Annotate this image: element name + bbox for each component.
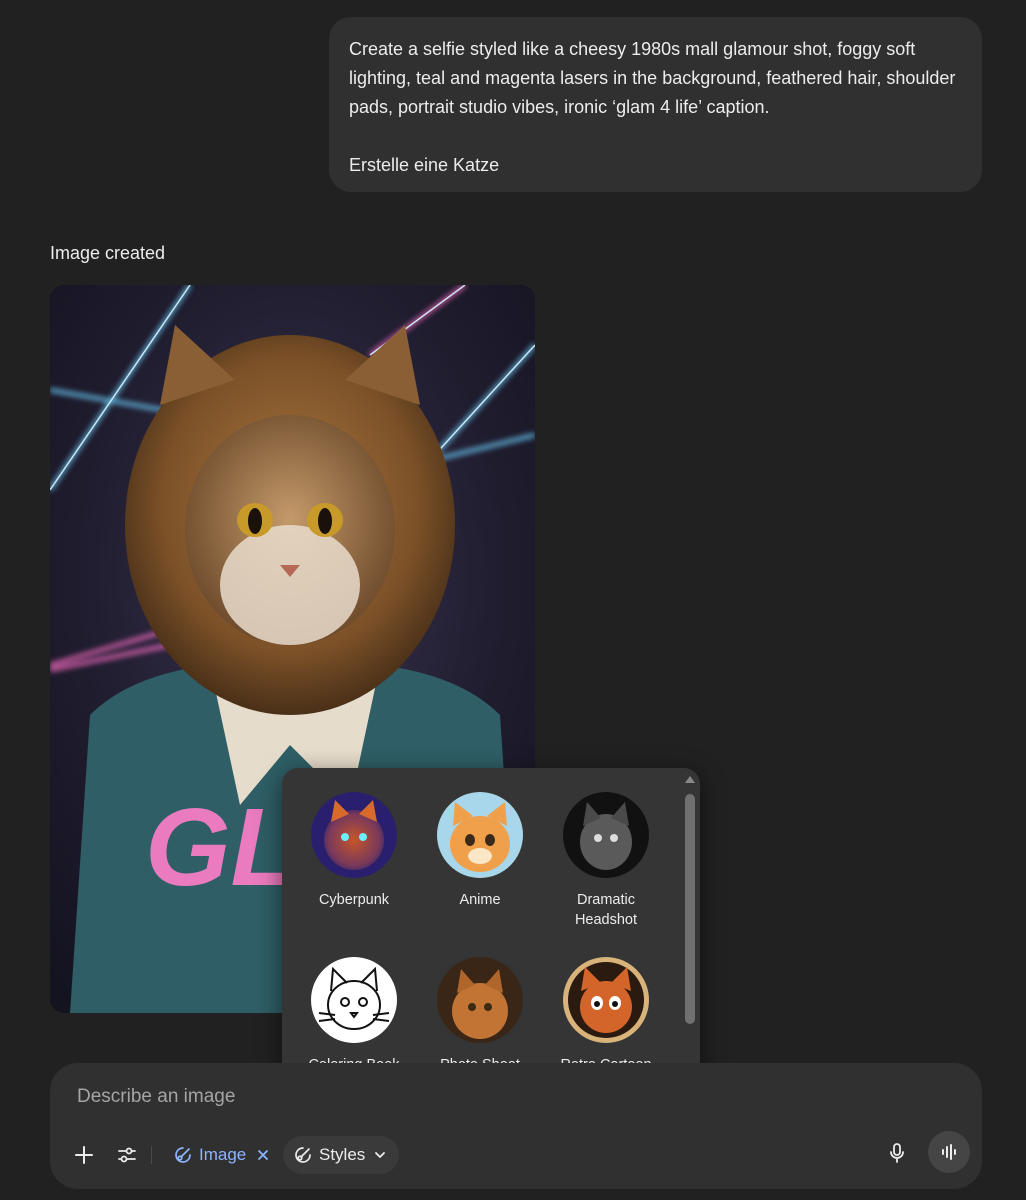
style-option-dramatic-headshot[interactable]: Dramatic Headshot (546, 792, 666, 930)
scrollbar-thumb[interactable] (685, 794, 695, 1024)
style-option-photo-shoot[interactable]: Photo Shoot (420, 957, 540, 1075)
style-option-coloring-book[interactable]: Coloring Book (294, 957, 414, 1075)
image-created-label: Image created (50, 243, 166, 263)
style-label-anime: Anime (459, 892, 501, 908)
image-chip-label: Image (199, 1145, 247, 1164)
user-message-line-1: Create a selfie styled like a cheesy 198… (349, 39, 956, 117)
describe-image-input[interactable] (75, 1081, 679, 1113)
microphone-icon (890, 1143, 904, 1163)
styles-brush-icon (295, 1147, 311, 1163)
scroll-up-arrow-icon[interactable] (685, 776, 695, 783)
add-button[interactable] (66, 1137, 102, 1173)
user-message-line-2: Erstelle eine Katze (349, 155, 500, 175)
coloring-book-cat-thumbnail (311, 957, 397, 1043)
waveform-icon (942, 1144, 956, 1160)
style-option-retro-cartoon[interactable]: Retro Cartoon (546, 957, 666, 1075)
style-label-dramatic-headshot: Dramatic Headshot (574, 892, 638, 928)
style-option-anime[interactable]: Anime (420, 792, 540, 910)
retro-cartoon-cat-thumbnail (563, 957, 649, 1043)
image-mode-chip[interactable]: Image (167, 1136, 276, 1174)
styles-chip[interactable]: Styles (283, 1136, 400, 1174)
voice-mode-button[interactable] (928, 1131, 970, 1173)
style-option-cyberpunk[interactable]: Cyberpunk (294, 792, 414, 910)
toolbar-divider (151, 1146, 152, 1164)
close-icon[interactable] (256, 1148, 270, 1162)
cyberpunk-cat-thumbnail (311, 792, 397, 878)
user-message-bubble: Create a selfie styled like a cheesy 198… (329, 17, 982, 192)
chevron-down-icon (375, 1152, 386, 1158)
sliders-icon (118, 1147, 136, 1163)
photo-shoot-cat-thumbnail (437, 957, 523, 1043)
tools-button[interactable] (109, 1137, 145, 1173)
plus-icon (75, 1146, 93, 1164)
anime-cat-thumbnail (437, 792, 523, 878)
style-label-cyberpunk: Cyberpunk (318, 892, 390, 908)
microphone-button[interactable] (879, 1135, 915, 1171)
composer: Image Styles (50, 1063, 982, 1189)
dramatic-headshot-cat-thumbnail (563, 792, 649, 878)
styles-chip-label: Styles (319, 1145, 366, 1164)
image-brush-icon (175, 1147, 191, 1163)
